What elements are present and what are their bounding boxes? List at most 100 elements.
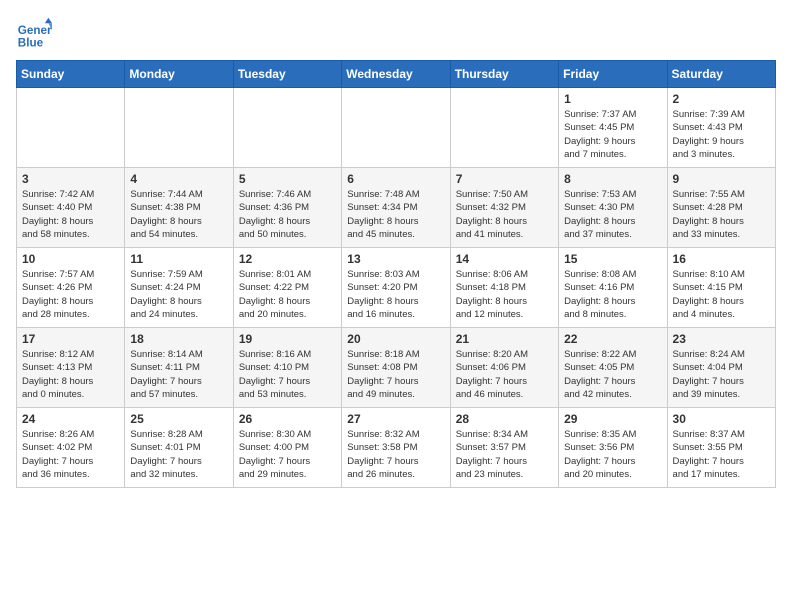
day-info: Sunrise: 8:18 AM Sunset: 4:08 PM Dayligh… xyxy=(347,348,444,401)
header-row: SundayMondayTuesdayWednesdayThursdayFrid… xyxy=(17,61,776,88)
day-number: 5 xyxy=(239,172,336,186)
day-info: Sunrise: 8:01 AM Sunset: 4:22 PM Dayligh… xyxy=(239,268,336,321)
logo: General Blue xyxy=(16,16,52,52)
header-friday: Friday xyxy=(559,61,667,88)
header-monday: Monday xyxy=(125,61,233,88)
calendar-cell: 19Sunrise: 8:16 AM Sunset: 4:10 PM Dayli… xyxy=(233,328,341,408)
day-info: Sunrise: 8:14 AM Sunset: 4:11 PM Dayligh… xyxy=(130,348,227,401)
calendar-cell: 28Sunrise: 8:34 AM Sunset: 3:57 PM Dayli… xyxy=(450,408,558,488)
calendar-body: 1Sunrise: 7:37 AM Sunset: 4:45 PM Daylig… xyxy=(17,88,776,488)
week-row-3: 10 Sunrise: 7:57 AM Sunset: 4:26 PM Dayli… xyxy=(17,248,776,328)
day-info: Sunrise: 7:59 AM Sunset: 4:24 PM Dayligh… xyxy=(130,268,227,321)
calendar-cell: 23 Sunrise: 8:24 AM Sunset: 4:04 PM Dayli… xyxy=(667,328,775,408)
calendar-cell: 13 Sunrise: 8:03 AM Sunset: 4:20 PM Dayli… xyxy=(342,248,450,328)
header-thursday: Thursday xyxy=(450,61,558,88)
day-info: Sunrise: 8:22 AM Sunset: 4:05 PM Dayligh… xyxy=(564,348,661,401)
header-wednesday: Wednesday xyxy=(342,61,450,88)
day-number: 15 xyxy=(564,252,661,266)
day-info: Sunrise: 8:10 AM Sunset: 4:15 PM Dayligh… xyxy=(673,268,770,321)
day-number: 9 xyxy=(673,172,770,186)
week-row-4: 17 Sunrise: 8:12 AM Sunset: 4:13 PM Dayli… xyxy=(17,328,776,408)
svg-text:Blue: Blue xyxy=(18,37,44,50)
day-number: 25 xyxy=(130,412,227,426)
day-number: 30 xyxy=(673,412,770,426)
day-info: Sunrise: 8:03 AM Sunset: 4:20 PM Dayligh… xyxy=(347,268,444,321)
calendar-cell xyxy=(450,88,558,168)
calendar-cell: 8Sunrise: 7:53 AM Sunset: 4:30 PM Daylig… xyxy=(559,168,667,248)
day-number: 18 xyxy=(130,332,227,346)
calendar-cell: 21Sunrise: 8:20 AM Sunset: 4:06 PM Dayli… xyxy=(450,328,558,408)
week-row-5: 24 Sunrise: 8:26 AM Sunset: 4:02 PM Dayli… xyxy=(17,408,776,488)
calendar-table: SundayMondayTuesdayWednesdayThursdayFrid… xyxy=(16,60,776,488)
day-info: Sunrise: 8:30 AM Sunset: 4:00 PM Dayligh… xyxy=(239,428,336,481)
day-info: Sunrise: 8:24 AM Sunset: 4:04 PM Dayligh… xyxy=(673,348,770,401)
svg-text:General: General xyxy=(18,24,52,37)
day-info: Sunrise: 7:50 AM Sunset: 4:32 PM Dayligh… xyxy=(456,188,553,241)
header-tuesday: Tuesday xyxy=(233,61,341,88)
day-number: 7 xyxy=(456,172,553,186)
day-number: 17 xyxy=(22,332,119,346)
day-info: Sunrise: 8:08 AM Sunset: 4:16 PM Dayligh… xyxy=(564,268,661,321)
day-info: Sunrise: 7:46 AM Sunset: 4:36 PM Dayligh… xyxy=(239,188,336,241)
day-number: 29 xyxy=(564,412,661,426)
day-number: 14 xyxy=(456,252,553,266)
week-row-1: 1Sunrise: 7:37 AM Sunset: 4:45 PM Daylig… xyxy=(17,88,776,168)
day-number: 13 xyxy=(347,252,444,266)
day-number: 26 xyxy=(239,412,336,426)
day-number: 21 xyxy=(456,332,553,346)
day-number: 19 xyxy=(239,332,336,346)
day-number: 6 xyxy=(347,172,444,186)
day-info: Sunrise: 7:39 AM Sunset: 4:43 PM Dayligh… xyxy=(673,108,770,161)
day-info: Sunrise: 7:57 AM Sunset: 4:26 PM Dayligh… xyxy=(22,268,119,321)
day-number: 20 xyxy=(347,332,444,346)
day-number: 10 xyxy=(22,252,119,266)
calendar-cell: 26 Sunrise: 8:30 AM Sunset: 4:00 PM Dayli… xyxy=(233,408,341,488)
calendar-cell: 24 Sunrise: 8:26 AM Sunset: 4:02 PM Dayli… xyxy=(17,408,125,488)
day-info: Sunrise: 8:26 AM Sunset: 4:02 PM Dayligh… xyxy=(22,428,119,481)
calendar-cell: 27 Sunrise: 8:32 AM Sunset: 3:58 PM Dayli… xyxy=(342,408,450,488)
week-row-2: 3 Sunrise: 7:42 AM Sunset: 4:40 PM Daylig… xyxy=(17,168,776,248)
page-header: General Blue xyxy=(16,16,776,52)
calendar-cell: 12 Sunrise: 8:01 AM Sunset: 4:22 PM Dayli… xyxy=(233,248,341,328)
day-info: Sunrise: 7:53 AM Sunset: 4:30 PM Dayligh… xyxy=(564,188,661,241)
day-number: 12 xyxy=(239,252,336,266)
day-info: Sunrise: 7:44 AM Sunset: 4:38 PM Dayligh… xyxy=(130,188,227,241)
day-info: Sunrise: 8:32 AM Sunset: 3:58 PM Dayligh… xyxy=(347,428,444,481)
day-number: 23 xyxy=(673,332,770,346)
day-info: Sunrise: 8:35 AM Sunset: 3:56 PM Dayligh… xyxy=(564,428,661,481)
header-sunday: Sunday xyxy=(17,61,125,88)
calendar-cell: 17 Sunrise: 8:12 AM Sunset: 4:13 PM Dayli… xyxy=(17,328,125,408)
calendar-cell: 30 Sunrise: 8:37 AM Sunset: 3:55 PM Dayli… xyxy=(667,408,775,488)
calendar-cell: 9 Sunrise: 7:55 AM Sunset: 4:28 PM Daylig… xyxy=(667,168,775,248)
day-info: Sunrise: 8:34 AM Sunset: 3:57 PM Dayligh… xyxy=(456,428,553,481)
calendar-cell: 10 Sunrise: 7:57 AM Sunset: 4:26 PM Dayli… xyxy=(17,248,125,328)
day-info: Sunrise: 8:12 AM Sunset: 4:13 PM Dayligh… xyxy=(22,348,119,401)
calendar-cell: 6 Sunrise: 7:48 AM Sunset: 4:34 PM Daylig… xyxy=(342,168,450,248)
calendar-cell: 22 Sunrise: 8:22 AM Sunset: 4:05 PM Dayli… xyxy=(559,328,667,408)
day-info: Sunrise: 7:48 AM Sunset: 4:34 PM Dayligh… xyxy=(347,188,444,241)
day-number: 1 xyxy=(564,92,661,106)
day-info: Sunrise: 8:06 AM Sunset: 4:18 PM Dayligh… xyxy=(456,268,553,321)
calendar-cell: 20 Sunrise: 8:18 AM Sunset: 4:08 PM Dayli… xyxy=(342,328,450,408)
day-info: Sunrise: 7:55 AM Sunset: 4:28 PM Dayligh… xyxy=(673,188,770,241)
calendar-cell: 7 Sunrise: 7:50 AM Sunset: 4:32 PM Daylig… xyxy=(450,168,558,248)
day-number: 27 xyxy=(347,412,444,426)
day-info: Sunrise: 7:42 AM Sunset: 4:40 PM Dayligh… xyxy=(22,188,119,241)
calendar-cell: 4Sunrise: 7:44 AM Sunset: 4:38 PM Daylig… xyxy=(125,168,233,248)
day-number: 3 xyxy=(22,172,119,186)
calendar-cell: 29 Sunrise: 8:35 AM Sunset: 3:56 PM Dayli… xyxy=(559,408,667,488)
day-number: 16 xyxy=(673,252,770,266)
logo-icon: General Blue xyxy=(16,16,52,52)
calendar-cell: 14 Sunrise: 8:06 AM Sunset: 4:18 PM Dayli… xyxy=(450,248,558,328)
header-saturday: Saturday xyxy=(667,61,775,88)
calendar-cell: 25 Sunrise: 8:28 AM Sunset: 4:01 PM Dayli… xyxy=(125,408,233,488)
day-number: 22 xyxy=(564,332,661,346)
day-info: Sunrise: 8:28 AM Sunset: 4:01 PM Dayligh… xyxy=(130,428,227,481)
day-number: 11 xyxy=(130,252,227,266)
calendar-cell xyxy=(233,88,341,168)
calendar-cell xyxy=(125,88,233,168)
calendar-cell: 5 Sunrise: 7:46 AM Sunset: 4:36 PM Daylig… xyxy=(233,168,341,248)
calendar-cell: 11 Sunrise: 7:59 AM Sunset: 4:24 PM Dayli… xyxy=(125,248,233,328)
day-number: 24 xyxy=(22,412,119,426)
day-info: Sunrise: 8:37 AM Sunset: 3:55 PM Dayligh… xyxy=(673,428,770,481)
